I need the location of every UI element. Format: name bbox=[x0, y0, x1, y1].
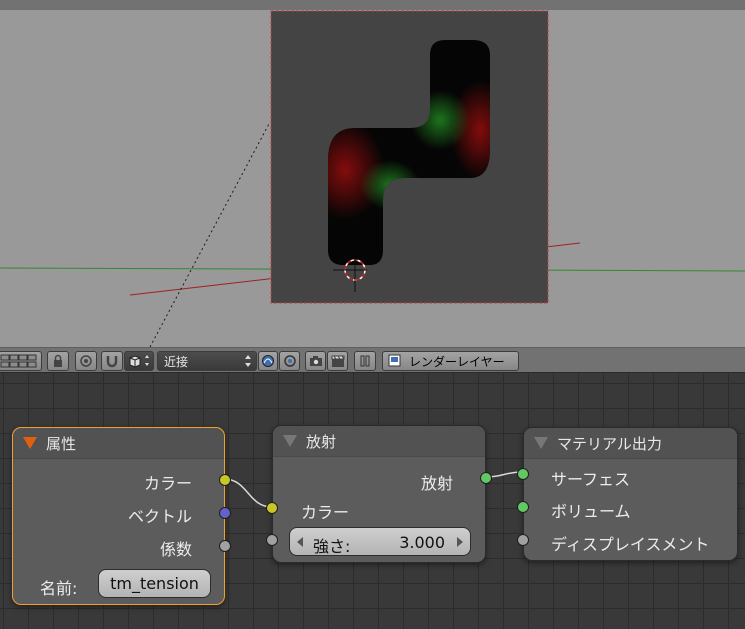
proportional-mode-select[interactable]: 近接 bbox=[157, 351, 257, 371]
camera-guide-line bbox=[149, 121, 271, 347]
decrement-arrow-icon[interactable] bbox=[296, 537, 304, 547]
strength-label: 強さ: bbox=[313, 537, 351, 556]
collapse-triangle-icon[interactable] bbox=[534, 437, 548, 449]
color-output-socket[interactable] bbox=[219, 474, 231, 486]
proportional-falloff-button[interactable] bbox=[258, 351, 278, 371]
pause-button[interactable] bbox=[354, 351, 376, 371]
pivot-button[interactable] bbox=[75, 351, 97, 371]
material-output-node-title: マテリアル出力 bbox=[557, 434, 662, 453]
surface-input-socket[interactable] bbox=[517, 468, 529, 480]
strength-input-socket[interactable] bbox=[266, 534, 278, 546]
collapse-triangle-icon[interactable] bbox=[283, 435, 297, 447]
emission-color-label: カラー bbox=[301, 503, 350, 522]
ogl-render-button[interactable] bbox=[279, 351, 300, 371]
attribute-node[interactable]: 属性 カラー ベクトル 係数 名前: tm_tension bbox=[12, 427, 231, 605]
render-animation-button[interactable] bbox=[327, 351, 348, 371]
material-output-node-header[interactable]: マテリアル出力 bbox=[524, 428, 737, 459]
emission-node-header[interactable]: 放射 bbox=[273, 426, 485, 457]
render-layer-button[interactable]: レンダーレイヤー bbox=[382, 351, 519, 371]
pause-icon bbox=[360, 355, 370, 367]
pivot-icon bbox=[80, 355, 92, 367]
vector-output-socket[interactable] bbox=[219, 507, 231, 519]
attribute-name-label: 名前: bbox=[40, 579, 78, 598]
output-factor-label: 係数 bbox=[159, 540, 192, 559]
magnet-icon bbox=[106, 356, 118, 368]
emission-output-label: 放射 bbox=[420, 474, 453, 493]
lock-icon bbox=[54, 354, 62, 367]
displacement-input-socket[interactable] bbox=[517, 534, 529, 546]
render-settings-icon bbox=[283, 355, 296, 367]
strength-field[interactable]: 強さ: 3.000 bbox=[289, 527, 471, 556]
node-editor[interactable]: 属性 カラー ベクトル 係数 名前: tm_tension 放射 放射 カラー … bbox=[0, 373, 745, 629]
factor-output-socket[interactable] bbox=[219, 540, 231, 552]
output-color-label: カラー bbox=[143, 474, 192, 493]
color-input-socket[interactable] bbox=[266, 502, 278, 514]
material-output-node[interactable]: マテリアル出力 サーフェス ボリューム ディスプレイスメント bbox=[517, 427, 738, 561]
lock-layers-button[interactable] bbox=[47, 351, 69, 371]
collapse-triangle-icon[interactable] bbox=[23, 437, 37, 449]
output-vector-label: ベクトル bbox=[127, 507, 192, 526]
link-color-to-color bbox=[223, 478, 273, 508]
increment-arrow-icon[interactable] bbox=[456, 537, 464, 547]
viewport-scene bbox=[0, 10, 745, 347]
camera-icon bbox=[309, 356, 322, 366]
surface-input-label: サーフェス bbox=[551, 470, 631, 489]
layers-icon bbox=[0, 354, 37, 368]
falloff-icon bbox=[262, 355, 274, 367]
layer-grid-button[interactable] bbox=[0, 351, 42, 371]
render-image-button[interactable] bbox=[305, 351, 326, 371]
emission-node-title: 放射 bbox=[306, 432, 337, 451]
attribute-node-title: 属性 bbox=[46, 434, 77, 453]
displacement-input-label: ディスプレイスメント bbox=[551, 535, 710, 554]
snap-button[interactable] bbox=[101, 351, 123, 371]
proportional-mode-label: 近接 bbox=[164, 354, 189, 369]
emission-node[interactable]: 放射 放射 カラー 強さ: 3.000 bbox=[266, 425, 492, 563]
viewport-header: 近接 レンダーレイヤー bbox=[0, 347, 745, 373]
volume-input-label: ボリューム bbox=[551, 502, 631, 521]
snap-element-select[interactable] bbox=[124, 351, 154, 371]
attribute-name-value: tm_tension bbox=[110, 574, 199, 593]
updown-arrow-icon bbox=[245, 355, 251, 367]
render-layer-icon bbox=[388, 354, 401, 367]
3d-viewport[interactable] bbox=[0, 0, 745, 347]
attribute-name-field[interactable]: tm_tension bbox=[98, 569, 211, 598]
render-layer-label: レンダーレイヤー bbox=[409, 354, 505, 369]
attribute-node-header[interactable]: 属性 bbox=[13, 428, 224, 459]
clapperboard-icon bbox=[331, 355, 344, 367]
strength-value: 3.000 bbox=[399, 533, 445, 552]
cube-icon bbox=[129, 355, 149, 368]
volume-input-socket[interactable] bbox=[517, 501, 529, 513]
emission-output-socket[interactable] bbox=[480, 472, 492, 484]
